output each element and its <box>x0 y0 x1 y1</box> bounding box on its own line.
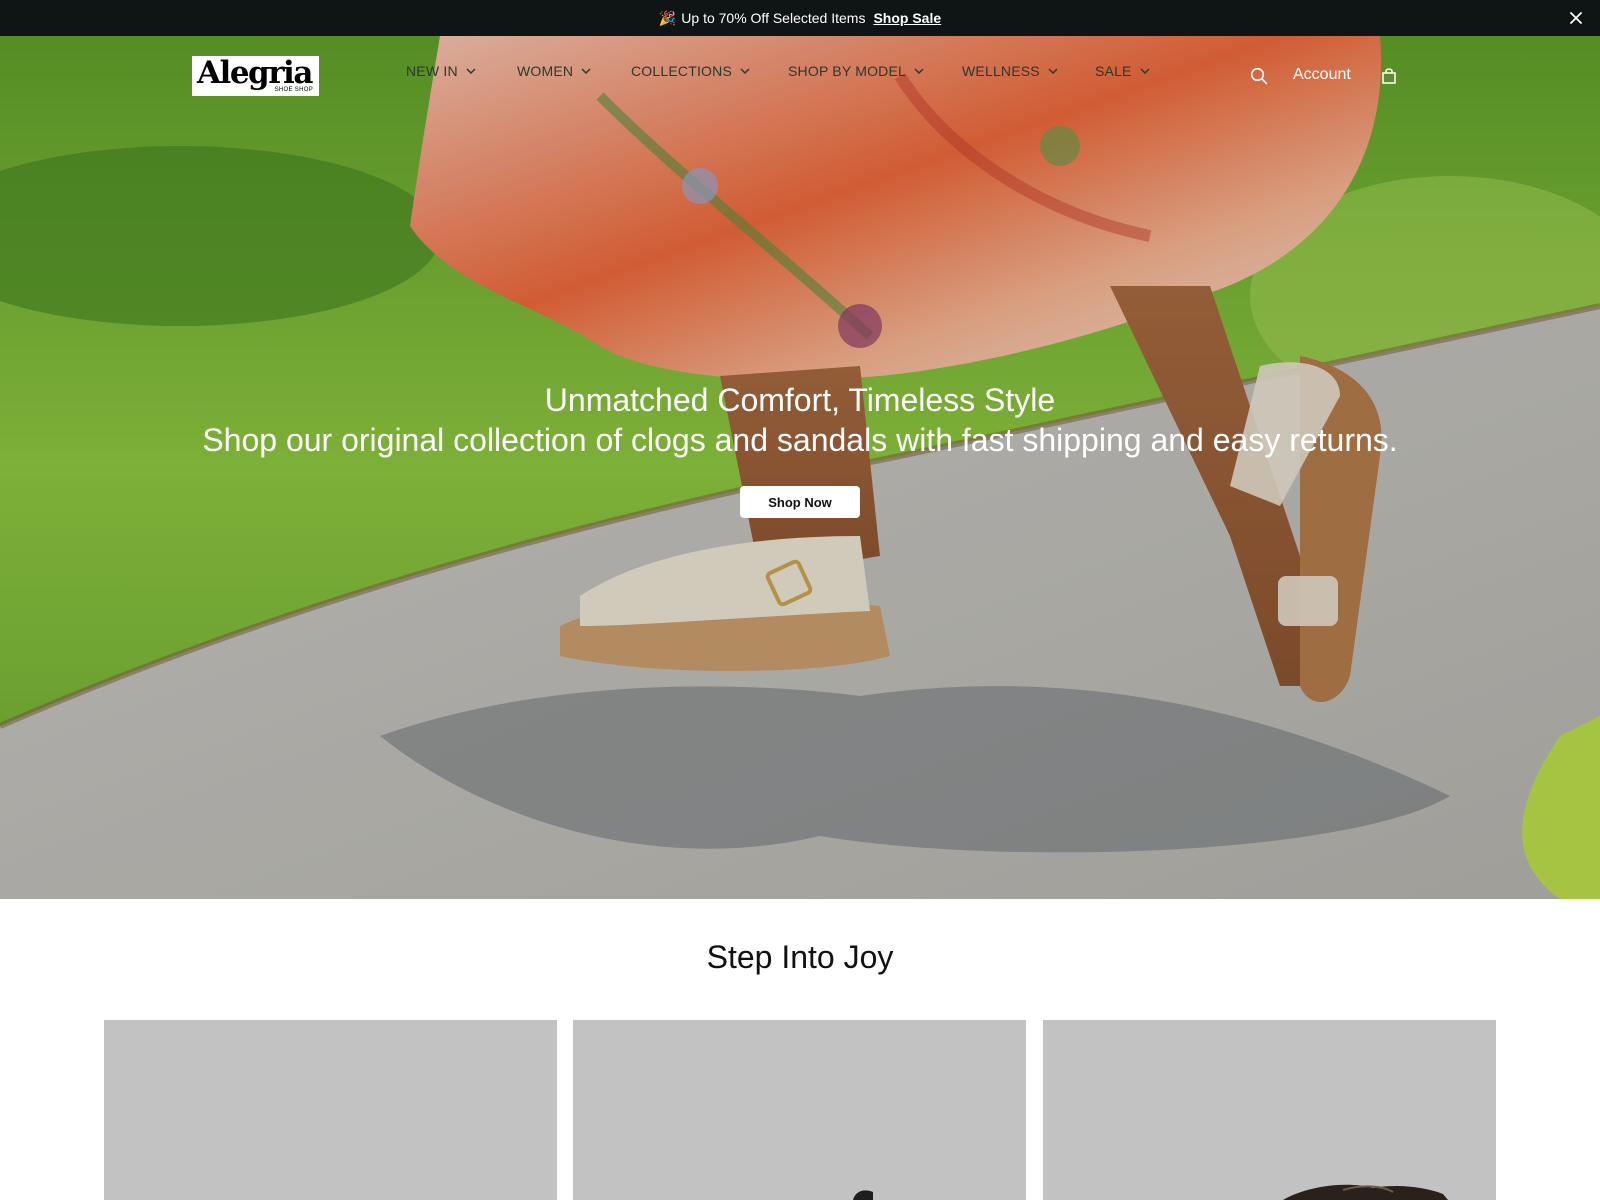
logo-subtext: SHOE SHOP <box>274 87 313 93</box>
announcement-message: Up to 70% Off Selected Items <box>681 10 866 26</box>
hero-title: Unmatched Comfort, Timeless Style <box>544 382 1056 418</box>
nav-item-collections[interactable]: COLLECTIONS <box>631 63 751 79</box>
chevron-down-icon <box>740 68 750 75</box>
account-link[interactable]: Account <box>1293 66 1351 84</box>
announcement-bar: 🎉 Up to 70% Off Selected Items Shop Sale <box>0 0 1600 36</box>
search-icon[interactable] <box>1250 67 1268 85</box>
nav-item-shop-by-model[interactable]: SHOP BY MODEL <box>788 63 925 79</box>
hero-overlay <box>0 36 1600 899</box>
site-logo[interactable]: Alegria SHOE SHOP <box>192 55 319 96</box>
chevron-down-icon <box>1140 68 1150 75</box>
chevron-down-icon <box>914 68 924 75</box>
nav-item-label: COLLECTIONS <box>631 63 732 79</box>
logo-wordmark: Alegria <box>197 55 313 91</box>
nav-item-sale[interactable]: SALE <box>1095 63 1151 79</box>
shop-sale-link[interactable]: Shop Sale <box>873 10 941 26</box>
nav-item-label: WOMEN <box>517 63 574 79</box>
nav-item-new-in[interactable]: NEW IN <box>406 63 477 79</box>
shop-now-button[interactable]: Shop Now <box>740 486 860 518</box>
nav-item-label: WELLNESS <box>962 63 1040 79</box>
chevron-down-icon <box>1048 68 1058 75</box>
nav-item-label: SALE <box>1095 63 1132 79</box>
nav-item-label: SHOP BY MODEL <box>788 63 907 79</box>
product-card-1[interactable] <box>104 1020 557 1200</box>
section-title: Step Into Joy <box>706 939 894 975</box>
nav-item-women[interactable]: WOMEN <box>517 63 592 79</box>
close-icon[interactable] <box>1566 8 1586 28</box>
chevron-down-icon <box>581 68 591 75</box>
hero-subtitle: Shop our original collection of clogs an… <box>202 422 1398 458</box>
nav-item-label: NEW IN <box>406 63 458 79</box>
chevron-down-icon <box>466 68 476 75</box>
product-card-2[interactable] <box>573 1020 1026 1200</box>
nav-item-wellness[interactable]: WELLNESS <box>962 63 1059 79</box>
product-shoe-image <box>853 1190 873 1200</box>
product-card-3[interactable] <box>1043 1020 1496 1200</box>
hero-banner <box>0 36 1600 899</box>
party-popper-icon: 🎉 <box>658 9 677 26</box>
product-shoe-image <box>1283 1184 1448 1200</box>
shopping-bag-icon[interactable] <box>1381 67 1397 84</box>
